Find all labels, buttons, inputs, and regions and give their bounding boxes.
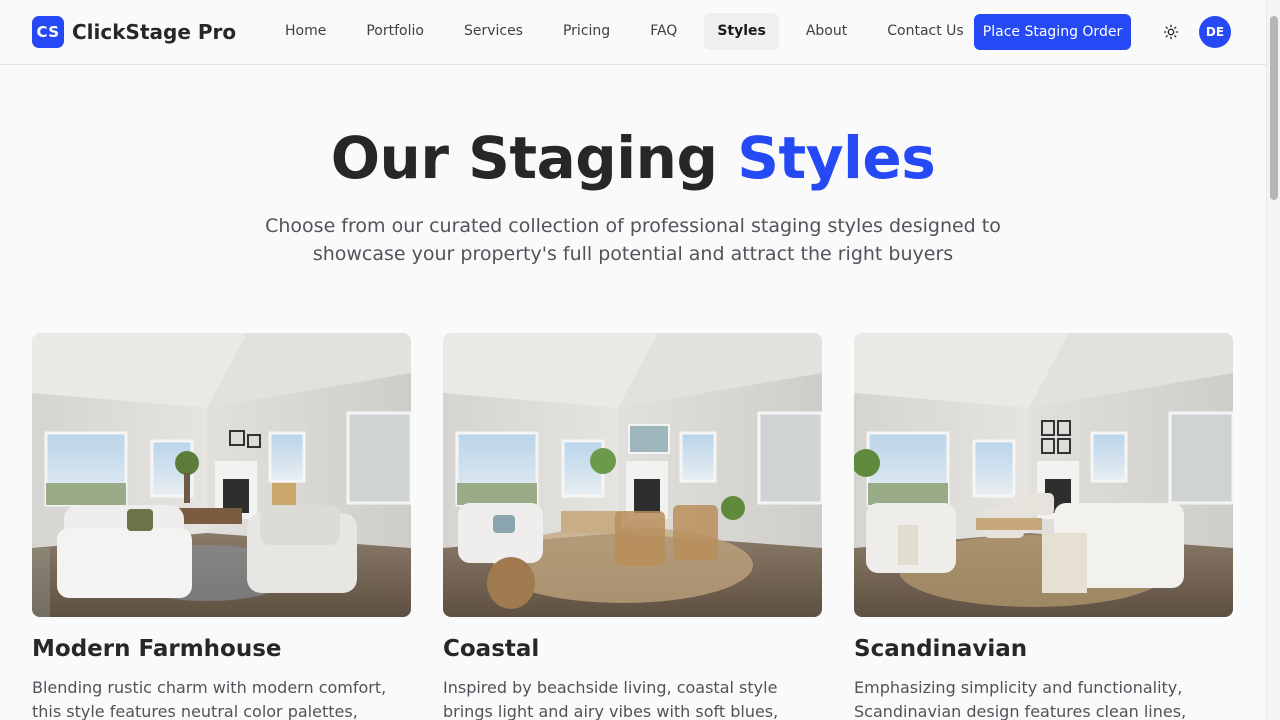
scrollbar-thumb[interactable] [1270,16,1278,200]
nav-contact-us[interactable]: Contact Us [874,13,976,50]
place-staging-order-button[interactable]: Place Staging Order [974,14,1131,50]
nav-home[interactable]: Home [272,13,339,50]
page-scrollbar[interactable] [1266,0,1280,720]
nav-faq[interactable]: FAQ [637,13,690,50]
nav-pricing[interactable]: Pricing [550,13,623,50]
style-description-coastal: Inspired by beachside living, coastal st… [443,678,779,720]
brand[interactable]: CS ClickStage Pro [32,16,236,48]
style-image-coastal[interactable] [443,333,822,617]
nav-about[interactable]: About [793,13,860,50]
page-title: Our Staging Styles [0,124,1266,192]
page-subtitle: Choose from our curated collection of pr… [265,215,1001,265]
style-title-scandinavian: Scandinavian [854,636,1028,662]
nav-styles[interactable]: Styles [704,13,779,50]
page-title-prefix: Our Staging [330,124,718,192]
style-description-scandinavian: Emphasizing simplicity and functionality… [854,678,1187,720]
theme-toggle-button[interactable] [1160,21,1182,43]
nav-services[interactable]: Services [451,13,536,50]
brand-logo[interactable]: CS [32,16,64,48]
style-card-modern-farmhouse[interactable]: Modern Farmhouse Blending rustic charm w… [32,333,411,720]
site-header: CS ClickStage Pro Home Portfolio Service… [0,0,1266,65]
main-nav: Home Portfolio Services Pricing FAQ Styl… [272,13,991,50]
style-image-scandinavian[interactable] [854,333,1233,617]
style-title-modern-farmhouse: Modern Farmhouse [32,636,282,662]
sun-icon [1163,24,1179,40]
style-card-scandinavian[interactable]: Scandinavian Emphasizing simplicity and … [854,333,1233,720]
style-title-coastal: Coastal [443,636,540,662]
style-description-modern-farmhouse: Blending rustic charm with modern comfor… [32,678,387,720]
page-title-accent: Styles [737,124,936,192]
style-image-modern-farmhouse[interactable] [32,333,411,617]
brand-name[interactable]: ClickStage Pro [72,20,236,44]
style-card-coastal[interactable]: Coastal Inspired by beachside living, co… [443,333,822,720]
user-avatar[interactable]: DE [1199,16,1231,48]
nav-portfolio[interactable]: Portfolio [353,13,437,50]
